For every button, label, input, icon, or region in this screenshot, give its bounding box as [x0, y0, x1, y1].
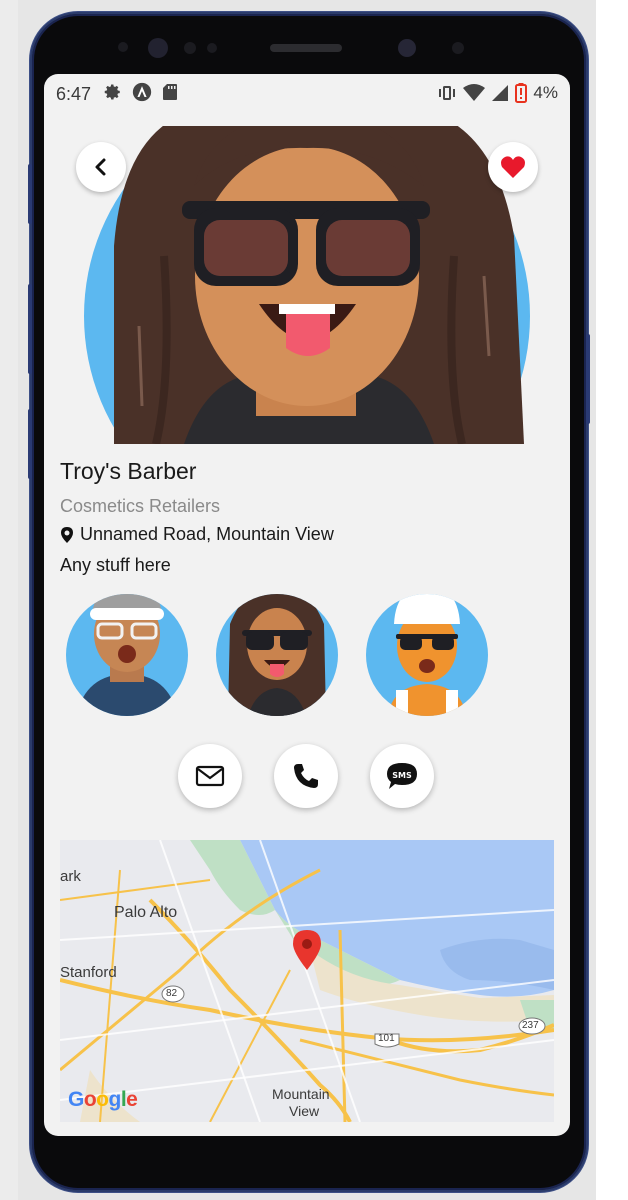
background-right	[596, 0, 628, 1200]
battery-percent: 4%	[533, 83, 558, 102]
light-sensor	[207, 43, 217, 53]
avatar-image	[216, 594, 338, 716]
business-address[interactable]: Unnamed Road, Mountain View	[60, 524, 334, 545]
earpiece-speaker	[270, 44, 342, 52]
map-label-view: View	[289, 1103, 320, 1119]
map-label-route-237: 237	[522, 1020, 539, 1031]
power-button	[586, 334, 590, 424]
map-label-palo-alto: Palo Alto	[114, 904, 178, 921]
app-screen: 6:47 4% Troy's Barber Cosmetics Retailer…	[44, 74, 570, 1136]
map-label-park: ark	[60, 868, 81, 885]
avatar-thumbnail-2[interactable]	[216, 594, 338, 716]
avatar-thumbnail-1[interactable]	[66, 594, 188, 716]
location-map[interactable]: ark Palo Alto Stanford 82 101 237 Mounta…	[60, 840, 554, 1122]
back-button[interactable]	[76, 142, 126, 192]
google-logo-letter: o	[96, 1088, 109, 1111]
google-logo-letter: G	[68, 1088, 84, 1111]
iris-camera	[452, 42, 464, 54]
chevron-left-icon	[95, 158, 106, 176]
sms-text: SMS	[392, 771, 412, 780]
sensor-dot	[118, 42, 128, 52]
google-logo-letter: o	[83, 1088, 97, 1111]
status-icons-left	[104, 82, 178, 102]
volume-up-button	[28, 164, 32, 224]
status-time: 6:47	[56, 84, 92, 104]
vibrate-icon	[439, 86, 456, 100]
phone-icon	[294, 764, 318, 788]
business-description: Any stuff here	[60, 555, 171, 575]
business-name: Troy's Barber	[60, 458, 197, 484]
map-label-route-101: 101	[378, 1033, 395, 1044]
iris-sensor	[148, 38, 168, 58]
avatar-image	[366, 594, 488, 716]
status-bar: 6:47 4%	[44, 74, 570, 116]
heart-icon	[501, 156, 525, 178]
battery-low-icon	[515, 83, 528, 103]
hero-image	[44, 126, 570, 444]
avatar-image	[66, 594, 188, 716]
proximity-sensor	[184, 42, 196, 54]
sd-card-icon	[163, 84, 177, 100]
favorite-button[interactable]	[488, 142, 538, 192]
map-label-mountain: Mountain	[272, 1086, 330, 1102]
google-logo: Google	[68, 1088, 138, 1112]
wifi-icon	[463, 84, 486, 101]
email-button[interactable]	[178, 744, 242, 808]
bixby-button	[28, 409, 32, 479]
sms-icon: SMS	[387, 763, 417, 789]
google-logo-letter: g	[108, 1088, 122, 1111]
background-left	[0, 0, 18, 1200]
mail-icon	[195, 765, 225, 787]
avatar-thumbnail-3[interactable]	[366, 594, 488, 716]
android-auto-icon	[132, 82, 152, 102]
volume-down-button	[28, 284, 32, 374]
signal-icon	[492, 85, 509, 101]
sms-button[interactable]: SMS	[370, 744, 434, 808]
front-camera	[398, 39, 416, 57]
business-category: Cosmetics Retailers	[60, 496, 221, 516]
gear-icon	[104, 84, 120, 100]
map-label-stanford: Stanford	[60, 964, 117, 981]
status-icons-right: 4%	[437, 83, 558, 103]
call-button[interactable]	[274, 744, 338, 808]
address-text: Unnamed Road, Mountain View	[80, 524, 334, 544]
map-pin-icon	[61, 526, 73, 543]
map-label-route-82: 82	[166, 988, 178, 999]
map-tiles	[60, 840, 554, 1122]
google-logo-letter: e	[126, 1088, 138, 1111]
